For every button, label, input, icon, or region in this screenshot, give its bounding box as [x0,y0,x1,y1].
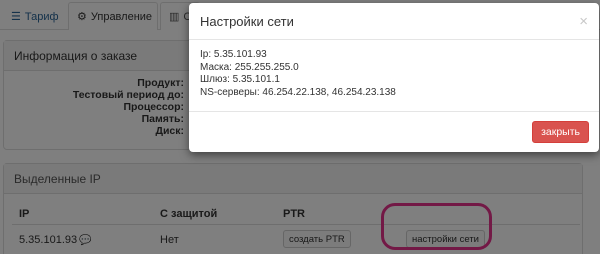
ns-servers-line: NS-серверы: 46.254.22.138, 46.254.23.138 [200,86,396,98]
ip-line: Ip: 5.35.101.93 [200,49,267,60]
mask-line: Маска: 255.255.255.0 [200,61,299,73]
gateway-line: Шлюз: 5.35.101.1 [200,74,280,85]
modal-footer: закрыть [189,112,599,152]
modal-title: Настройки сети [200,13,294,29]
network-settings-modal: Настройки сети × Ip: 5.35.101.93 Маска: … [189,3,599,152]
close-button[interactable]: закрыть [532,121,589,143]
modal-header: Настройки сети × [189,3,599,40]
modal-body: Ip: 5.35.101.93 Маска: 255.255.255.0 Шлю… [189,40,599,112]
close-icon[interactable]: × [579,14,588,29]
